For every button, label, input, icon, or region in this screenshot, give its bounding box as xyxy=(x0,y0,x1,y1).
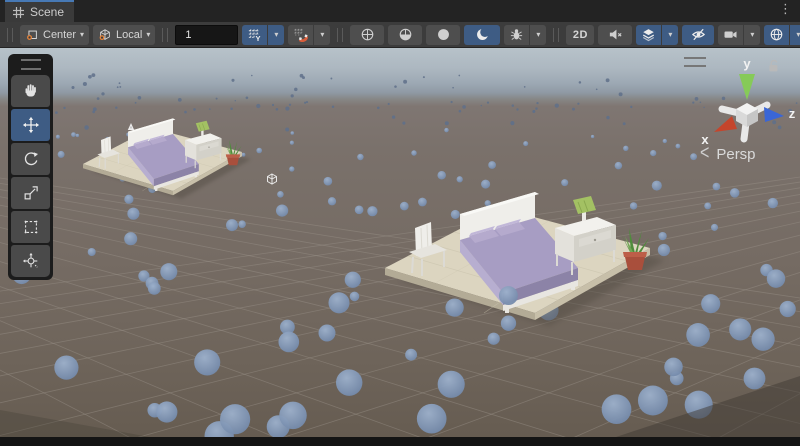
snap-increment-button[interactable] xyxy=(288,25,313,45)
grid-axis-letter: Y xyxy=(256,34,261,42)
local-cube-icon xyxy=(98,28,112,42)
light-gizmo-icon[interactable] xyxy=(128,123,134,130)
chevron-down-icon: ▾ xyxy=(796,31,800,39)
layers-icon xyxy=(641,27,656,42)
camera-settings-button[interactable] xyxy=(718,25,743,45)
tab-bar: Scene ⋮ xyxy=(0,0,800,22)
chevron-left-icon: < xyxy=(700,143,709,166)
bug-icon xyxy=(509,27,524,42)
gizmo-sphere-icon xyxy=(769,27,784,42)
audio-toggle[interactable] xyxy=(598,25,632,45)
camera-settings-dropdown[interactable]: ▾ xyxy=(744,25,760,45)
scale-icon xyxy=(22,184,40,202)
rotation-mode-label: Local xyxy=(116,29,142,41)
eye-slash-icon xyxy=(691,27,706,42)
chevron-down-icon: ▾ xyxy=(668,31,672,39)
orientation-gizmo: y x z xyxy=(692,54,798,150)
shaded-sphere-icon xyxy=(436,27,451,42)
window-overflow-menu[interactable]: ⋮ xyxy=(779,2,792,15)
chevron-down-icon: ▾ xyxy=(536,31,540,39)
grid-visibility-dropdown[interactable]: ▾ xyxy=(268,25,284,45)
effects-dropdown[interactable]: ▾ xyxy=(662,25,678,45)
rect-icon xyxy=(22,218,40,236)
transform-tool[interactable] xyxy=(11,245,50,277)
hand-icon xyxy=(22,82,40,100)
projection-label: Persp xyxy=(716,146,755,163)
gizmos-dropdown[interactable]: ▾ xyxy=(790,25,800,45)
chevron-down-icon: ▾ xyxy=(750,31,754,39)
tab-scene[interactable]: Scene xyxy=(5,0,74,22)
chevron-down-icon: ▾ xyxy=(146,31,150,39)
debug-mode-button[interactable] xyxy=(504,25,529,45)
view-hand-tool[interactable] xyxy=(11,75,50,107)
axis-x-cone[interactable] xyxy=(714,116,737,132)
grid-visibility-button[interactable]: Y xyxy=(242,25,267,45)
mode-2d-toggle[interactable]: 2D xyxy=(566,25,594,45)
projection-toggle[interactable]: < Persp xyxy=(700,145,756,163)
toolbar-drag-handle[interactable] xyxy=(553,28,559,42)
toolbar-drag-handle[interactable] xyxy=(162,28,168,42)
toolbar-drag-handle[interactable] xyxy=(337,28,343,42)
rotate-icon xyxy=(22,150,40,168)
scene-viewport[interactable]: y x z < Persp xyxy=(0,48,800,437)
chevron-down-icon: ▾ xyxy=(80,31,84,39)
tools-drag-handle[interactable] xyxy=(21,59,41,70)
cube-gizmo-icon[interactable] xyxy=(268,174,277,184)
axis-z-label: z xyxy=(789,106,796,121)
scene-lighting-toggle[interactable] xyxy=(464,25,500,45)
move-icon xyxy=(22,116,40,134)
scale-tool[interactable] xyxy=(11,177,50,209)
bedroom-model-near[interactable] xyxy=(385,192,665,326)
grid-tab-icon xyxy=(13,7,24,18)
gizmo-center-cube[interactable] xyxy=(736,103,758,127)
pivot-center-icon xyxy=(25,28,39,42)
scene-render xyxy=(0,48,800,437)
effects-toggle[interactable] xyxy=(636,25,661,45)
tab-scene-label: Scene xyxy=(30,5,64,19)
rotate-tool[interactable] xyxy=(11,143,50,175)
rect-tool[interactable] xyxy=(11,211,50,243)
snap-increment-dropdown[interactable]: ▾ xyxy=(314,25,330,45)
lock-open-icon[interactable] xyxy=(766,58,782,74)
crescent-moon-icon xyxy=(475,27,490,42)
gizmos-toggle[interactable] xyxy=(764,25,789,45)
tools-overlay xyxy=(8,54,53,280)
axis-z-cone[interactable] xyxy=(764,107,784,122)
speaker-muted-icon xyxy=(608,27,623,42)
half-shaded-sphere-icon xyxy=(398,27,413,42)
bedroom-model-far[interactable] xyxy=(83,118,251,198)
scene-toolbar: Center ▾ Local ▾ Y xyxy=(0,22,800,48)
scene-visibility-toggle[interactable] xyxy=(682,25,714,45)
unity-scene-window: Scene ⋮ Center ▾ Local ▾ xyxy=(0,0,800,446)
camera-icon xyxy=(723,27,738,42)
toolbar-drag-handle[interactable] xyxy=(7,28,13,42)
chevron-down-icon: ▾ xyxy=(320,31,324,39)
status-strip xyxy=(0,437,800,446)
transform-icon xyxy=(22,252,40,270)
grid-snap-magnet-icon xyxy=(293,27,308,42)
sphere-field xyxy=(9,73,798,437)
rotation-mode-button[interactable]: Local ▾ xyxy=(93,25,155,45)
grid-axis-icon: Y xyxy=(247,27,262,42)
axis-y-label: y xyxy=(743,56,751,71)
chevron-down-icon: ▾ xyxy=(274,31,278,39)
draw-mode-shaded-button[interactable] xyxy=(426,25,460,45)
grid-size-input[interactable] xyxy=(175,25,238,45)
debug-mode-dropdown[interactable]: ▾ xyxy=(530,25,546,45)
wireframe-sphere-icon xyxy=(360,27,375,42)
draw-mode-wireframe-button[interactable] xyxy=(350,25,384,45)
pivot-mode-button[interactable]: Center ▾ xyxy=(20,25,89,45)
draw-mode-shaded-wireframe-button[interactable] xyxy=(388,25,422,45)
axis-y-cone[interactable] xyxy=(739,74,755,100)
pivot-mode-label: Center xyxy=(43,29,76,41)
move-tool[interactable] xyxy=(11,109,50,141)
mode-2d-label: 2D xyxy=(573,29,588,41)
ground-shadow-corner xyxy=(0,410,150,437)
